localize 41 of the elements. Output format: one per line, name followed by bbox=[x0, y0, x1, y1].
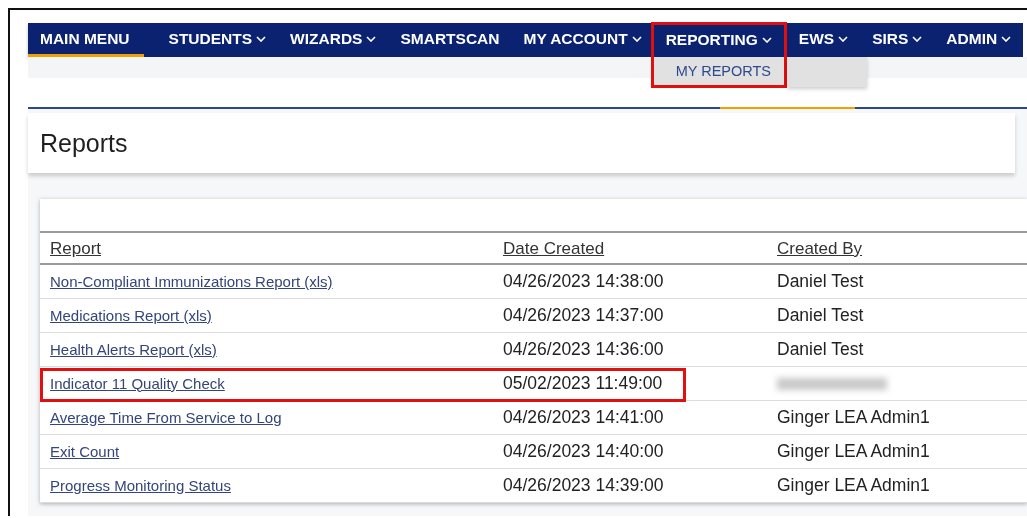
page-title: Reports bbox=[40, 128, 128, 158]
nav-tab[interactable]: WIZARDS bbox=[278, 23, 389, 57]
table-cell: Daniel Test bbox=[777, 338, 864, 359]
nav-tab[interactable]: SMARTSCAN bbox=[388, 23, 512, 57]
nav-tab[interactable]: MY ACCOUNT bbox=[511, 23, 654, 57]
chevron-down-icon bbox=[1001, 35, 1012, 42]
column-header[interactable]: Created By bbox=[777, 238, 863, 258]
chevron-down-icon bbox=[761, 36, 772, 43]
table-cell: 04/26/2023 14:36:00 bbox=[503, 338, 664, 359]
table-cell: Ginger LEA Admin1 bbox=[777, 406, 930, 427]
report-link[interactable]: Medications Report (xls) bbox=[50, 306, 212, 324]
report-link[interactable]: Health Alerts Report (xls) bbox=[50, 340, 217, 358]
table-cell: 04/26/2023 14:41:00 bbox=[503, 406, 664, 427]
menu-item[interactable]: MY REPORTS bbox=[653, 63, 772, 79]
nav-tab[interactable]: ADMIN bbox=[934, 23, 1024, 57]
chevron-down-icon bbox=[366, 35, 377, 42]
report-link[interactable]: Non-Compliant Immunizations Report (xls) bbox=[50, 272, 333, 290]
report-link[interactable]: Exit Count bbox=[50, 442, 120, 460]
nav-tab[interactable]: REPORTING bbox=[653, 25, 784, 57]
nav-tab[interactable]: SIRS bbox=[860, 23, 935, 57]
report-link[interactable]: Indicator 11 Quality Check bbox=[50, 374, 225, 392]
table-cell: 04/26/2023 14:40:00 bbox=[503, 440, 664, 461]
table-cell: Ginger LEA Admin1 bbox=[777, 440, 930, 461]
column-header[interactable]: Date Created bbox=[503, 238, 605, 258]
chevron-down-icon bbox=[631, 35, 642, 42]
table-cell: 04/26/2023 14:37:00 bbox=[503, 304, 664, 325]
table-cell: Daniel Test bbox=[777, 304, 864, 325]
table-cell: 04/26/2023 14:38:00 bbox=[503, 270, 664, 291]
report-link[interactable]: Progress Monitoring Status bbox=[50, 476, 231, 494]
nav-tab[interactable]: STUDENTS bbox=[156, 23, 279, 57]
chevron-down-icon bbox=[912, 35, 923, 42]
table-cell: 04/26/2023 14:39:00 bbox=[503, 474, 664, 495]
nav-tab[interactable]: EWS bbox=[786, 23, 861, 57]
table-cell: Ginger LEA Admin1 bbox=[777, 474, 930, 495]
table-cell: Daniel Test bbox=[777, 270, 864, 291]
report-link[interactable]: Average Time From Service to Log bbox=[50, 408, 282, 426]
column-header[interactable]: Report bbox=[50, 238, 102, 258]
chevron-down-icon bbox=[838, 35, 849, 42]
chevron-down-icon bbox=[256, 35, 267, 42]
nav-tab[interactable]: MAIN MENU bbox=[28, 23, 144, 57]
table-cell: 05/02/2023 11:49:00 bbox=[503, 372, 663, 393]
